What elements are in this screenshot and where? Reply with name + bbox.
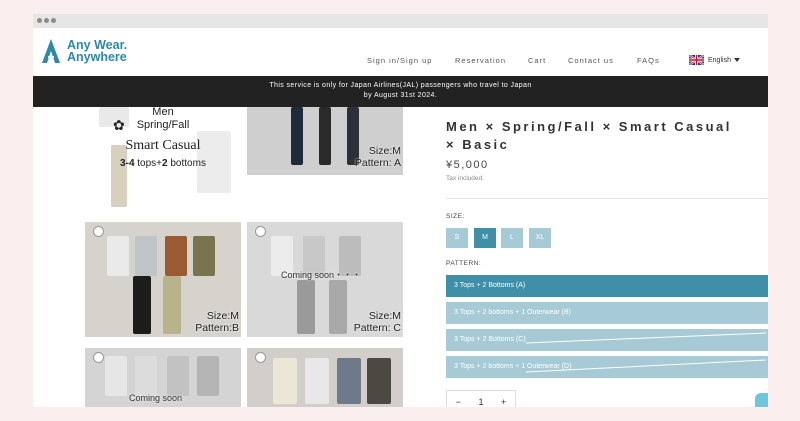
banner-line-2: by August 31st 2024. (363, 92, 438, 99)
chat-icon[interactable] (755, 393, 768, 407)
nav-contact[interactable]: Contact us (568, 56, 614, 65)
photo-pattern-e[interactable] (247, 348, 403, 407)
shirt-graphic (193, 236, 215, 276)
caption-pattern: Pattern:B (195, 322, 239, 334)
hero-image[interactable]: ✿ Men Spring/Fall Smart Casual 3-4 tops+… (85, 107, 241, 208)
hero-line-2: Spring/Fall (136, 119, 190, 131)
pattern-label: PATTERN: (446, 260, 482, 267)
tops-label: tops+ (134, 158, 163, 169)
pattern-option-a[interactable]: 3 Tops + 2 Bottoms (A) (446, 275, 768, 297)
quantity-increase-button[interactable]: + (501, 397, 506, 407)
coming-soon-label: Coming soon (129, 393, 183, 403)
logo-a-icon (42, 39, 60, 63)
window-dot-icon[interactable] (51, 18, 56, 23)
language-selector[interactable]: English (689, 55, 740, 65)
pants-graphic (133, 276, 151, 334)
hero-caption: Men Spring/Fall Smart Casual 3-4 tops+2 … (85, 107, 241, 170)
pants-graphic (297, 280, 315, 334)
shirt-graphic (135, 356, 157, 396)
hero-line-3: Smart Casual (125, 138, 201, 153)
caption-size: Size:M (368, 145, 401, 157)
tax-note: Tax included. (446, 175, 484, 182)
pants-graphic (319, 107, 331, 165)
shirt-graphic (167, 356, 189, 396)
photo-pattern-a[interactable]: Size:M Pattern: A (247, 107, 403, 175)
nav-sign-in[interactable]: Sign in/Sign up (367, 56, 432, 65)
photo-caption: Size:M Pattern:B (195, 310, 239, 334)
pants-graphic (291, 107, 303, 165)
quantity-stepper: − 1 + (446, 390, 516, 407)
photo-pattern-c[interactable]: Coming soon・・・ Size:M Pattern: C (247, 222, 403, 337)
size-label: SIZE: (446, 213, 465, 220)
window-dot-icon[interactable] (37, 18, 42, 23)
pattern-option-c-label: 3 Tops + 2 Bottoms (C) (454, 336, 526, 343)
announcement-banner: This service is only for Japan Airlines(… (33, 76, 768, 107)
brand-logo[interactable]: Any Wear. Anywhere (41, 38, 127, 64)
shirt-graphic (337, 358, 361, 404)
photo-pattern-b[interactable]: Size:M Pattern:B (85, 222, 241, 337)
nav-faqs[interactable]: FAQs (637, 56, 660, 65)
nav-reservation[interactable]: Reservation (455, 56, 506, 65)
window-dot-icon[interactable] (44, 18, 49, 23)
pants-graphic (329, 280, 347, 334)
uk-flag-icon (689, 55, 704, 65)
hero-line-4: 3-4 tops+2 bottoms (85, 157, 241, 170)
size-option-m[interactable]: M (474, 228, 496, 248)
quantity-value[interactable]: 1 (478, 397, 483, 407)
banner-line-1: This service is only for Japan Airlines(… (269, 82, 532, 89)
caption-size: Size:M (368, 310, 401, 322)
shirt-graphic (367, 358, 391, 404)
shirt-graphic (305, 358, 329, 404)
brand-name: Any Wear. Anywhere (67, 39, 127, 64)
pattern-option-d[interactable]: 3 Tops + 2 bottoms + 1 Outerwear (D) (446, 356, 768, 378)
product-title: Men × Spring/Fall × Smart Casual × Basic (446, 119, 732, 152)
pants-graphic (163, 276, 181, 334)
shirt-graphic (135, 236, 157, 276)
photo-pattern-d[interactable]: Coming soon (85, 348, 241, 407)
photo-caption: Size:M Pattern: A (355, 145, 401, 169)
browser-window: Any Wear. Anywhere Sign in/Sign up Reser… (33, 14, 768, 407)
divider (446, 198, 768, 199)
product-price: ¥5,000 (446, 159, 489, 171)
bottoms-label: bottoms (167, 158, 206, 169)
shirt-graphic (273, 358, 297, 404)
unavailable-strike-icon (526, 359, 766, 373)
quantity-decrease-button[interactable]: − (456, 397, 461, 407)
nav-cart[interactable]: Cart (528, 56, 546, 65)
shirt-graphic (105, 356, 127, 396)
badge-icon (93, 352, 104, 363)
size-option-l[interactable]: L (501, 228, 523, 248)
hero-line-1: Men (152, 107, 174, 118)
shirt-graphic (197, 356, 219, 396)
size-option-s[interactable]: S (446, 228, 468, 248)
brand-line-2: Anywhere (67, 50, 127, 64)
shirt-graphic (165, 236, 187, 276)
badge-icon (255, 352, 266, 363)
badge-icon (255, 226, 266, 237)
badge-icon (93, 226, 104, 237)
photo-caption: Size:M Pattern: C (354, 310, 401, 334)
window-titlebar (33, 14, 768, 28)
pattern-option-b[interactable]: 3 Tops + 2 bottoms + 1 Outerwear (B) (446, 302, 768, 324)
caption-pattern: Pattern: A (354, 157, 401, 169)
pattern-option-c[interactable]: 3 Tops + 2 Bottoms (C) (446, 329, 768, 351)
unavailable-strike-icon (526, 332, 766, 344)
caret-down-icon (733, 58, 740, 62)
caption-size: Size:M (206, 310, 239, 322)
shirt-graphic (107, 236, 129, 276)
tops-count: 3-4 (120, 158, 135, 169)
coming-soon-label: Coming soon・・・ (281, 270, 362, 280)
caption-pattern: Pattern: C (353, 322, 401, 334)
size-option-xl[interactable]: XL (529, 228, 551, 248)
language-label: English (708, 56, 731, 64)
